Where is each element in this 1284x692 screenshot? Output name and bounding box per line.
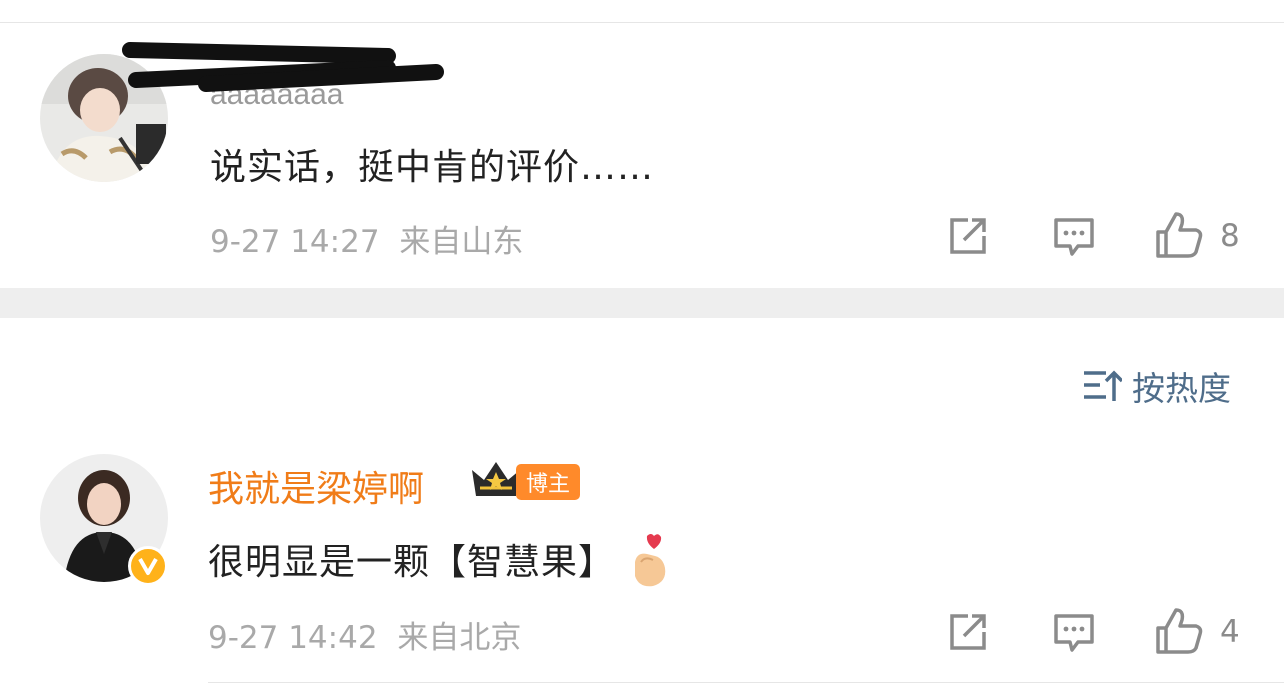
top-divider [0, 22, 1284, 23]
share-button[interactable] [948, 612, 990, 656]
comment-meta: 9-27 14:42 来自北京 [208, 612, 521, 657]
sort-label: 按热度 [1132, 369, 1231, 408]
share-icon [950, 218, 986, 254]
comment-time: 9-27 14:42 [208, 620, 378, 656]
blogger-badge: 博主 [516, 464, 580, 500]
redacted-username: aaaaaaaa [122, 42, 444, 111]
like-button[interactable] [1154, 606, 1204, 660]
section-divider [0, 288, 1284, 318]
comment-location: 来自北京 [397, 620, 522, 656]
comment-button[interactable] [1052, 216, 1096, 262]
share-button[interactable] [948, 216, 990, 260]
like-count: 8 [1220, 218, 1240, 254]
comment-text-content: 很明显是一颗【智慧果】 [208, 542, 616, 583]
comment-text: 很明显是一颗【智慧果】 [208, 532, 671, 588]
comment-icon [1054, 218, 1094, 256]
comment-button[interactable] [1052, 612, 1096, 658]
username[interactable]: 我就是梁婷啊 [208, 460, 424, 512]
like-count: 4 [1220, 614, 1240, 650]
like-icon [1156, 212, 1203, 258]
comment-location: 来自山东 [399, 224, 524, 260]
comment-meta: 9-27 14:27 来自山东 [210, 216, 523, 261]
sort-icon [1084, 370, 1122, 401]
verified-badge [128, 546, 168, 586]
like-button[interactable] [1154, 210, 1204, 264]
sort-hot-button[interactable]: 按热度 [1082, 362, 1231, 410]
comment-icon [1054, 614, 1094, 652]
verified-v-icon [138, 558, 158, 575]
bottom-divider [208, 682, 1284, 683]
like-icon [1156, 608, 1203, 654]
comment-text: 说实话，挺中肯的评价…… [210, 147, 655, 188]
comment-time: 9-27 14:27 [210, 224, 380, 260]
finger-heart-emoji [635, 534, 666, 587]
share-icon [950, 614, 986, 650]
